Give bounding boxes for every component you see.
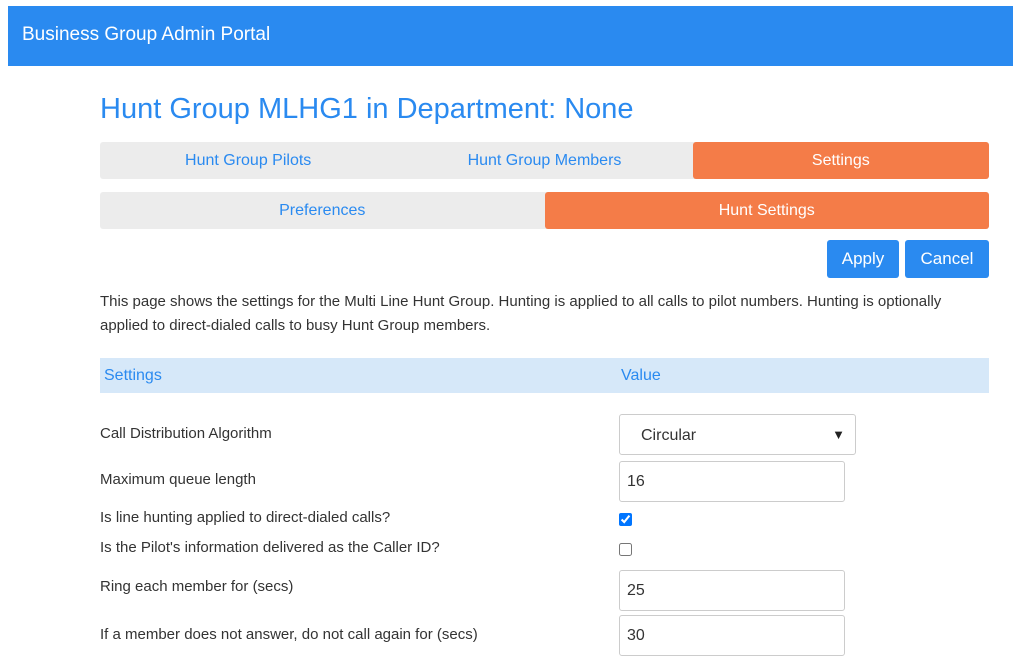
direct-dialed-label: Is line hunting applied to direct-dialed… [100, 509, 391, 526]
no-answer-label: If a member does not answer, do not call… [100, 626, 478, 643]
tab-hunt-settings[interactable]: Hunt Settings [544, 192, 989, 229]
queue-length-input[interactable] [619, 461, 845, 502]
pilot-caller-id-checkbox[interactable] [619, 543, 632, 556]
ring-each-input[interactable] [619, 570, 845, 611]
sub-tabs: Preferences Hunt Settings [100, 192, 989, 229]
portal-title[interactable]: Business Group Admin Portal [22, 24, 270, 46]
direct-dialed-checkbox[interactable] [619, 513, 632, 526]
value-column-header: Value [621, 367, 661, 384]
top-navbar: Business Group Admin Portal [8, 6, 1013, 66]
page-title: Hunt Group MLHG1 in Department: None [100, 93, 634, 125]
queue-length-label: Maximum queue length [100, 471, 256, 488]
pilot-caller-id-label: Is the Pilot's information delivered as … [100, 539, 440, 556]
settings-column-header: Settings [104, 367, 162, 384]
apply-button[interactable]: Apply [827, 240, 899, 278]
algorithm-label: Call Distribution Algorithm [100, 425, 272, 442]
no-answer-input[interactable] [619, 615, 845, 656]
algorithm-select[interactable]: Circular ▼ [619, 414, 856, 455]
tab-hunt-group-members[interactable]: Hunt Group Members [396, 142, 692, 179]
page-description: This page shows the settings for the Mul… [100, 293, 942, 334]
ring-each-label: Ring each member for (secs) [100, 578, 294, 595]
caret-down-icon: ▼ [832, 427, 845, 442]
tab-preferences[interactable]: Preferences [100, 192, 545, 229]
cancel-button[interactable]: Cancel [905, 240, 989, 278]
algorithm-selected-value: Circular [641, 427, 697, 444]
settings-table-header: Settings Value [100, 358, 989, 393]
main-tabs: Hunt Group Pilots Hunt Group Members Set… [100, 142, 989, 179]
tab-settings[interactable]: Settings [692, 142, 989, 179]
tab-hunt-group-pilots[interactable]: Hunt Group Pilots [100, 142, 396, 179]
